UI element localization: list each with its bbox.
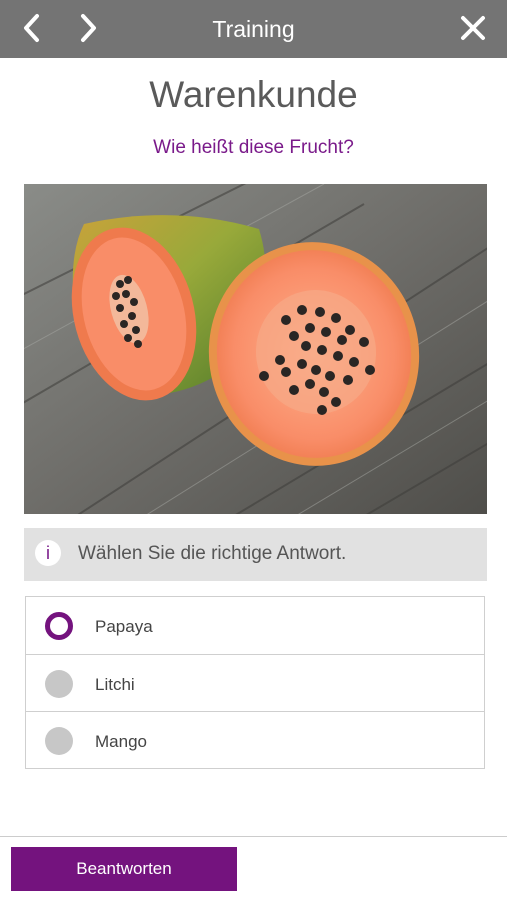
option-mango[interactable]: Mango bbox=[26, 711, 484, 769]
option-papaya[interactable]: Papaya bbox=[26, 597, 484, 654]
info-icon: i bbox=[35, 540, 61, 566]
top-bar: Training bbox=[0, 0, 507, 58]
close-icon bbox=[461, 16, 485, 40]
option-label: Mango bbox=[95, 732, 147, 751]
close-button[interactable] bbox=[453, 8, 493, 48]
option-label: Litchi bbox=[95, 675, 135, 694]
radio-selected-icon[interactable] bbox=[45, 612, 73, 640]
header-title: Training bbox=[212, 16, 295, 42]
submit-button[interactable]: Beantworten bbox=[11, 847, 237, 891]
question-text: Wie heißt diese Frucht? bbox=[153, 137, 354, 158]
fruit-image bbox=[24, 184, 487, 514]
radio-unselected-icon[interactable] bbox=[45, 670, 73, 698]
answer-options: Papaya Litchi Mango bbox=[25, 596, 485, 769]
page-title: Warenkunde bbox=[149, 74, 358, 115]
radio-unselected-icon[interactable] bbox=[45, 727, 73, 755]
info-bar: i Wählen Sie die richtige Antwort. bbox=[24, 528, 487, 581]
info-text: Wählen Sie die richtige Antwort. bbox=[78, 543, 347, 564]
option-litchi[interactable]: Litchi bbox=[26, 654, 484, 712]
divider bbox=[0, 836, 507, 837]
option-label: Papaya bbox=[95, 617, 153, 636]
